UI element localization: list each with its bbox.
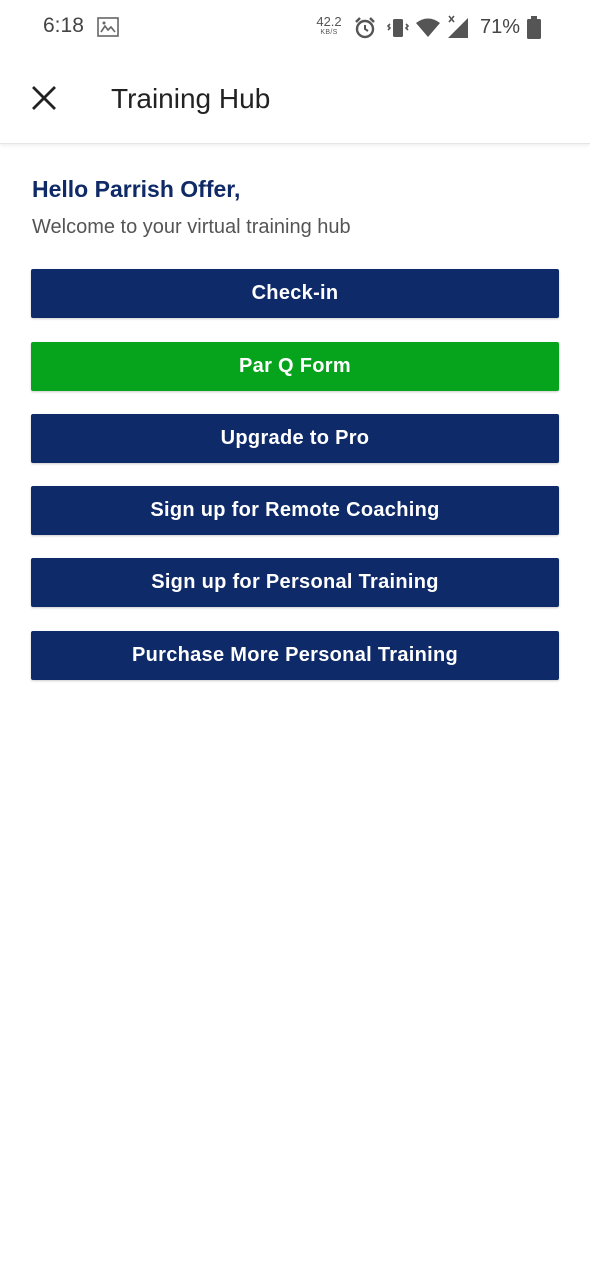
page-title: Training Hub bbox=[111, 83, 271, 114]
welcome-text: Welcome to your virtual training hub bbox=[32, 216, 351, 238]
upgrade-to-pro-button[interactable]: Upgrade to Pro bbox=[31, 414, 559, 463]
battery-percent: 71% bbox=[480, 16, 521, 38]
signal-icon bbox=[445, 14, 471, 40]
app-bar: Training Hub bbox=[0, 56, 590, 144]
personal-training-signup-button[interactable]: Sign up for Personal Training bbox=[31, 558, 559, 607]
purchase-personal-training-button[interactable]: Purchase More Personal Training bbox=[31, 631, 559, 680]
network-speed-value: 42.2 bbox=[316, 14, 342, 29]
gallery-notification-icon bbox=[97, 17, 119, 37]
check-in-button[interactable]: Check-in bbox=[31, 269, 559, 318]
status-time: 6:18 bbox=[43, 14, 84, 37]
wifi-icon bbox=[415, 17, 441, 39]
status-bar: 6:18 42.2 KB/S 71% bbox=[0, 0, 590, 56]
par-q-form-button[interactable]: Par Q Form bbox=[31, 342, 559, 391]
greeting: Hello Parrish Offer, bbox=[32, 176, 241, 202]
remote-coaching-signup-button[interactable]: Sign up for Remote Coaching bbox=[31, 486, 559, 535]
vibrate-icon bbox=[386, 16, 410, 40]
battery-icon bbox=[526, 16, 542, 40]
close-icon bbox=[32, 85, 56, 115]
network-speed: 42.2 KB/S bbox=[315, 15, 343, 36]
alarm-icon bbox=[353, 16, 377, 40]
network-speed-unit: KB/S bbox=[320, 29, 338, 36]
close-button[interactable] bbox=[24, 80, 64, 120]
